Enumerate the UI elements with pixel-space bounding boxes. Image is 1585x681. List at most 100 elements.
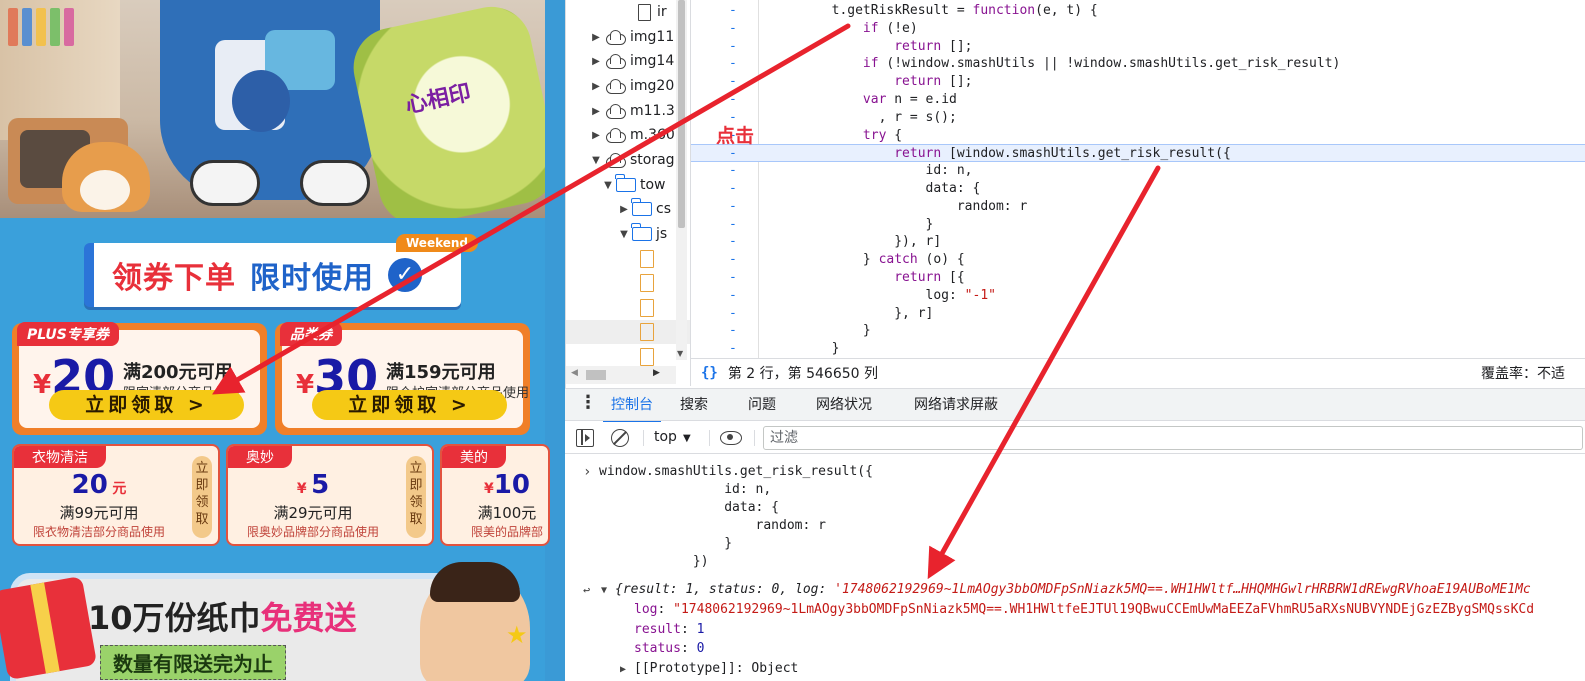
gutter-marker[interactable]: - <box>729 198 741 216</box>
gutter-marker[interactable]: - <box>729 287 741 305</box>
result-prototype[interactable]: ▶ [[Prototype]]: Object <box>620 660 798 679</box>
editor-status-bar: {} 第 2 行，第 546650 列 覆盖率：不适 <box>690 358 1585 386</box>
gutter-marker[interactable]: - <box>729 305 741 323</box>
code-line[interactable]: - return []; <box>691 73 1585 91</box>
code-line-highlighted[interactable]: - return [window.smashUtils.get_risk_res… <box>691 144 1585 163</box>
gutter-marker[interactable]: - <box>729 73 741 91</box>
code-line[interactable]: - t.getRiskResult = function(e, t) { <box>691 2 1585 20</box>
coupon-card-category[interactable]: 品类券 ¥30 满159元可用 限个护家清部分商品使用 立即领取 > <box>275 322 530 435</box>
claim-coupon-button[interactable]: 立即领取 <box>406 456 426 538</box>
tree-vertical-scrollbar[interactable]: ▼ <box>676 0 687 360</box>
live-expression-eye-icon[interactable] <box>720 431 742 445</box>
tree-item[interactable]: ▶ img11 <box>590 25 674 49</box>
tab-issues[interactable]: 问题 <box>748 389 776 422</box>
pretty-print-icon[interactable]: {} <box>701 365 718 381</box>
gutter-marker[interactable]: - <box>729 180 741 198</box>
code-line[interactable]: - if (!e) <box>691 20 1585 38</box>
coupon-condition: 满99元可用 <box>59 504 139 522</box>
gutter-marker[interactable]: - <box>729 2 741 20</box>
weekend-tag: Weekend <box>396 234 479 252</box>
penguin-pack-image <box>232 70 290 132</box>
tab-network-conditions[interactable]: 网络状况 <box>816 389 872 422</box>
tree-item[interactable]: ▶ img20 <box>590 74 674 98</box>
console-input-echo: window.smashUtils.get_risk_result({ id: … <box>599 464 873 569</box>
coupon-card-small[interactable]: 衣物清洁 20 元 满99元可用 限衣物清洁部分商品使用 立即领取 <box>12 444 220 546</box>
scroll-down-icon[interactable]: ▼ <box>677 349 683 358</box>
gutter-marker[interactable]: - <box>729 55 741 73</box>
book-image <box>36 8 46 46</box>
claim-coupon-button[interactable]: 立即领取 > <box>312 390 507 420</box>
gutter-marker[interactable]: - <box>729 269 741 287</box>
claim-coupon-button[interactable]: 立即领取 <box>192 456 212 538</box>
tree-item[interactable]: ▶ cs <box>618 197 671 221</box>
gutter-marker[interactable]: - <box>729 91 741 109</box>
tree-item[interactable]: ▼ js <box>618 222 667 246</box>
chevron-right-icon: ▶ <box>592 55 600 67</box>
gutter-marker[interactable]: - <box>729 251 741 269</box>
gutter-marker[interactable]: - <box>729 340 741 358</box>
code-line[interactable]: - }), r] <box>691 233 1585 251</box>
code-line[interactable]: - try { <box>691 127 1585 145</box>
gutter-marker[interactable]: - <box>729 20 741 38</box>
code-line[interactable]: - } <box>691 340 1585 358</box>
console-filter-input[interactable] <box>763 426 1583 450</box>
coupon-card-small[interactable]: 奥妙 ¥ 5 满29元可用 限奥妙品牌部分商品使用 立即领取 <box>226 444 434 546</box>
tree-item[interactable]: ▶ m.360 <box>590 123 675 147</box>
coupon-card-plus[interactable]: PLUS专享券 ¥20 满200元可用 限家清部分商品使用 立即领取 > <box>12 322 267 435</box>
code-line[interactable]: - random: r <box>691 198 1585 216</box>
tree-item-selected[interactable] <box>566 320 690 344</box>
gutter-marker[interactable]: - <box>729 233 741 251</box>
scrollbar-thumb[interactable] <box>678 0 685 228</box>
result-summary[interactable]: ▼ {result: 1, status: 0, log: '1748062192… <box>601 581 1531 600</box>
gutter-marker[interactable]: - <box>729 322 741 340</box>
code-line[interactable]: - }, r] <box>691 305 1585 323</box>
code-line[interactable]: - data: { <box>691 180 1585 198</box>
code-line[interactable]: - if (!window.smashUtils || !window.smas… <box>691 55 1585 73</box>
sidebar-toggle-icon[interactable] <box>576 429 594 447</box>
tree-item[interactable]: ▼ storag <box>590 148 675 172</box>
code-line[interactable]: - } <box>691 322 1585 340</box>
tab-request-blocking[interactable]: 网络请求屏蔽 <box>914 389 998 422</box>
code-line[interactable]: - , r = s(); <box>691 109 1585 127</box>
coupon-card-small[interactable]: 美的 ¥10 满100元 限美的品牌部 <box>440 444 550 546</box>
claim-coupon-button[interactable]: 立即领取 > <box>49 390 244 420</box>
code-line[interactable]: - var n = e.id <box>691 91 1585 109</box>
code-line[interactable]: - return []; <box>691 38 1585 56</box>
console-output[interactable]: › window.smashUtils.get_risk_result({ id… <box>565 455 1585 681</box>
coupon-amount: ¥ 5 <box>296 470 330 500</box>
code-line[interactable]: - } <box>691 216 1585 234</box>
tree-item[interactable] <box>638 296 660 320</box>
tree-item[interactable]: ir <box>624 0 667 24</box>
tree-item[interactable] <box>638 247 660 271</box>
code-line[interactable]: - return [{ <box>691 269 1585 287</box>
scroll-right-icon[interactable]: ▶ <box>653 368 660 378</box>
tree-item[interactable]: ▶ img14 <box>590 49 674 73</box>
tree-horizontal-scrollbar[interactable]: ◀ ▶ <box>566 366 676 384</box>
clear-console-icon[interactable] <box>611 429 629 447</box>
tree-item[interactable]: ▶ m11.3 <box>590 99 675 123</box>
chevron-right-icon: ▶ <box>592 105 600 117</box>
scrollbar-thumb[interactable] <box>586 370 606 380</box>
gutter-marker[interactable]: - <box>729 216 741 234</box>
gutter-marker[interactable]: - <box>729 162 741 180</box>
more-menu-icon[interactable]: ⋮ <box>579 393 597 413</box>
code-line[interactable]: - log: "-1" <box>691 287 1585 305</box>
file-icon <box>640 250 654 268</box>
scroll-left-icon[interactable]: ◀ <box>571 368 578 378</box>
code-editor[interactable]: - t.getRiskResult = function(e, t) {- if… <box>690 0 1585 358</box>
banner-title-part1: 领券下单 <box>112 261 236 296</box>
gutter-marker[interactable]: - <box>729 145 741 163</box>
code-line[interactable]: - } catch (o) { <box>691 251 1585 269</box>
tree-item[interactable]: ▼ tow <box>602 173 666 197</box>
folder-icon <box>615 174 636 192</box>
tree-item[interactable] <box>638 271 660 295</box>
tab-search[interactable]: 搜索 <box>680 389 708 422</box>
code-line[interactable]: - id: n, <box>691 162 1585 180</box>
cloud-icon <box>604 54 626 69</box>
code-text: if (!e) <box>862 20 918 36</box>
star-icon: ★ <box>506 621 528 649</box>
context-selector[interactable]: top ▼ <box>654 429 691 445</box>
banner-title-part2: 限时使用 <box>250 261 374 296</box>
tab-console[interactable]: 控制台 <box>603 389 661 423</box>
gutter-marker[interactable]: - <box>729 38 741 56</box>
